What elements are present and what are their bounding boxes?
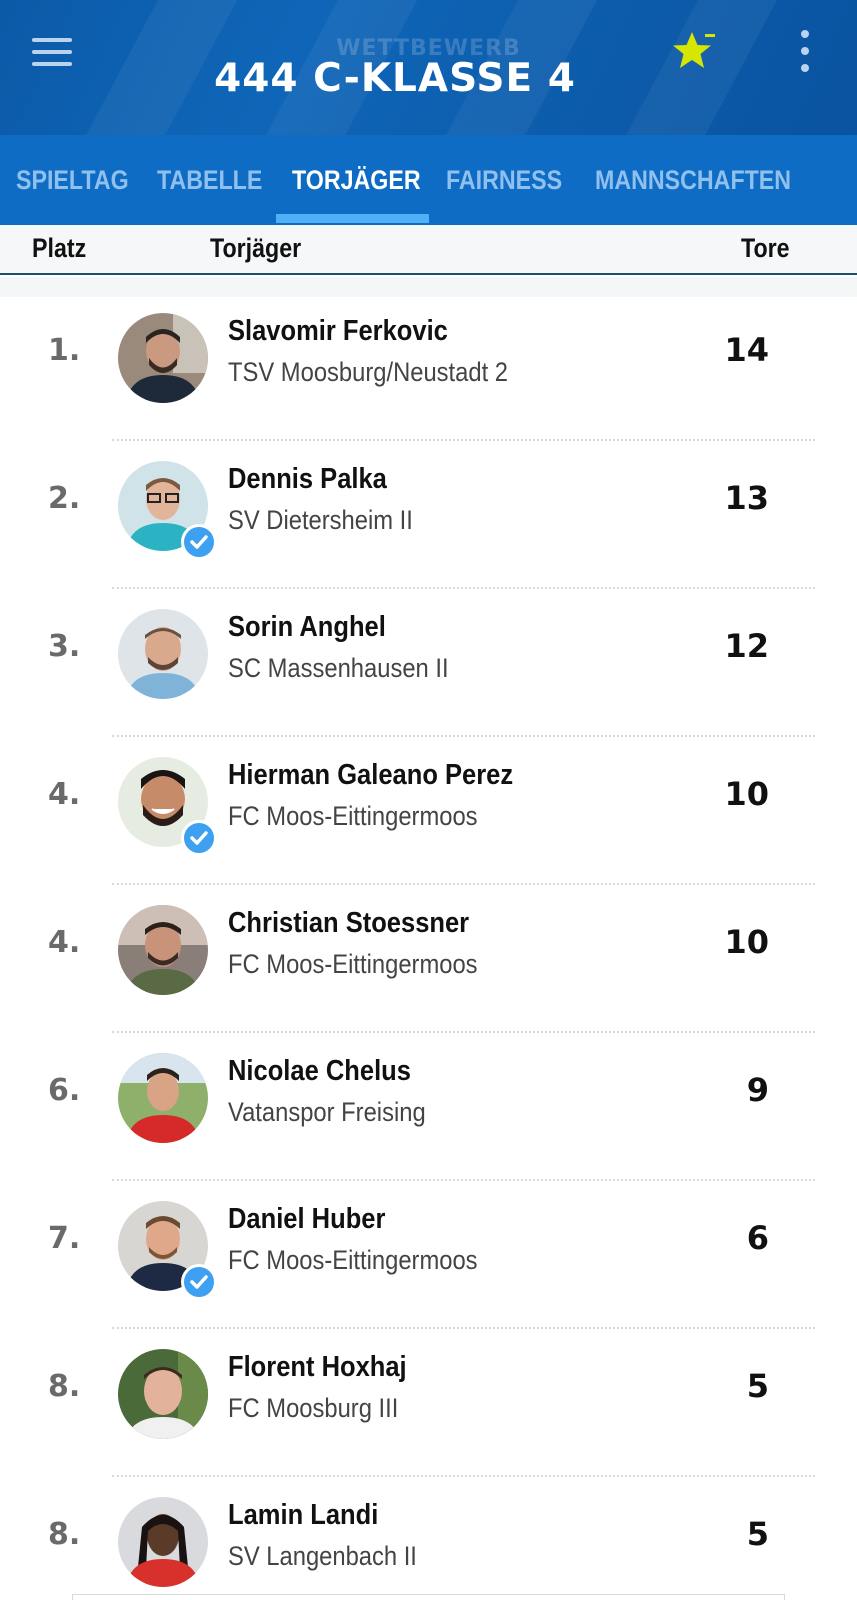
player-club: FC Moos-Eittingermoos	[228, 801, 478, 831]
avatar	[118, 1349, 208, 1439]
goal-count: 9	[746, 1071, 769, 1109]
rank: 3.	[48, 629, 81, 664]
verified-check-icon	[181, 524, 217, 560]
goal-count: 5	[746, 1515, 769, 1553]
column-header-player: Torjäger	[210, 233, 302, 263]
player-name: Dennis Palka	[228, 463, 387, 495]
goal-count: 12	[724, 627, 769, 665]
star-favorite-icon[interactable]	[670, 26, 722, 78]
active-tab-indicator	[276, 214, 429, 223]
player-name: Hierman Galeano Perez	[228, 759, 514, 791]
tab-torjaeger[interactable]: TORJÄGER	[292, 135, 421, 225]
player-club: FC Moos-Eittingermoos	[228, 1245, 478, 1275]
goal-count: 5	[746, 1367, 769, 1405]
player-club: SV Dietersheim II	[228, 505, 413, 535]
table-row[interactable]: 3. Sorin Anghel SC Massenhausen II 12	[0, 589, 857, 737]
rank: 2.	[48, 481, 81, 516]
player-name: Daniel Huber	[228, 1203, 386, 1235]
column-header-rank: Platz	[32, 233, 87, 263]
player-name: Slavomir Ferkovic	[228, 315, 448, 347]
player-name: Sorin Anghel	[228, 611, 386, 643]
rank: 6.	[48, 1073, 81, 1108]
goal-count: 13	[724, 479, 769, 517]
avatar	[118, 905, 208, 995]
table-row[interactable]: 4. Christian Stoessner FC Moos-Eittinger…	[0, 885, 857, 1033]
rank: 8.	[48, 1369, 81, 1404]
verified-check-icon	[181, 820, 217, 856]
more-vertical-icon[interactable]	[795, 30, 815, 80]
player-name: Lamin Landi	[228, 1499, 379, 1531]
tab-bar: SPIELTAG TABELLE TORJÄGER FAIRNESS MANNS…	[0, 135, 857, 225]
player-club: TSV Moosburg/Neustadt 2	[228, 357, 508, 387]
table-header: Platz Torjäger Tore	[0, 225, 857, 275]
avatar	[118, 609, 208, 699]
rank: 1.	[48, 333, 81, 368]
rank: 4.	[48, 777, 81, 812]
goal-count: 10	[724, 923, 769, 961]
table-row[interactable]: 4. Hierman Galeano Perez FC Moos-Eitting…	[0, 737, 857, 885]
table-row[interactable]: 8. Lamin Landi SV Langenbach II 5	[0, 1477, 857, 1600]
goal-count: 14	[724, 331, 769, 369]
player-club: FC Moosburg III	[228, 1393, 399, 1423]
player-club: Vatanspor Freising	[228, 1097, 426, 1127]
table-row[interactable]: 1. Slavomir Ferkovic TSV Moosburg/Neusta…	[0, 293, 857, 441]
tab-spieltag[interactable]: SPIELTAG	[16, 135, 129, 225]
player-club: SC Massenhausen II	[228, 653, 449, 683]
avatar	[118, 1053, 208, 1143]
table-row[interactable]: 2. Dennis Palka SV Dietersheim II 13	[0, 441, 857, 589]
rank: 4.	[48, 925, 81, 960]
avatar	[118, 313, 208, 403]
player-name: Florent Hoxhaj	[228, 1351, 407, 1383]
goal-count: 6	[746, 1219, 769, 1257]
avatar	[118, 1497, 208, 1587]
table-row[interactable]: 7. Daniel Huber FC Moos-Eittingermoos 6	[0, 1181, 857, 1329]
player-name: Christian Stoessner	[228, 907, 470, 939]
app-header: WETTBEWERB 444 C-KLASSE 4	[0, 0, 857, 135]
table-row[interactable]: 8. Florent Hoxhaj FC Moosburg III 5	[0, 1329, 857, 1477]
verified-check-icon	[181, 1264, 217, 1300]
player-club: SV Langenbach II	[228, 1541, 417, 1571]
tab-tabelle[interactable]: TABELLE	[157, 135, 262, 225]
tab-fairness[interactable]: FAIRNESS	[446, 135, 562, 225]
tab-mannschaften[interactable]: MANNSCHAFTEN	[595, 135, 791, 225]
table-row[interactable]: 6. Nicolae Chelus Vatanspor Freising 9	[0, 1033, 857, 1181]
column-header-goals: Tore	[741, 233, 790, 263]
goal-count: 10	[724, 775, 769, 813]
rank: 8.	[48, 1517, 81, 1552]
list-bottom-edge	[72, 1594, 785, 1600]
player-name: Nicolae Chelus	[228, 1055, 411, 1087]
player-club: FC Moos-Eittingermoos	[228, 949, 478, 979]
rank: 7.	[48, 1221, 81, 1256]
